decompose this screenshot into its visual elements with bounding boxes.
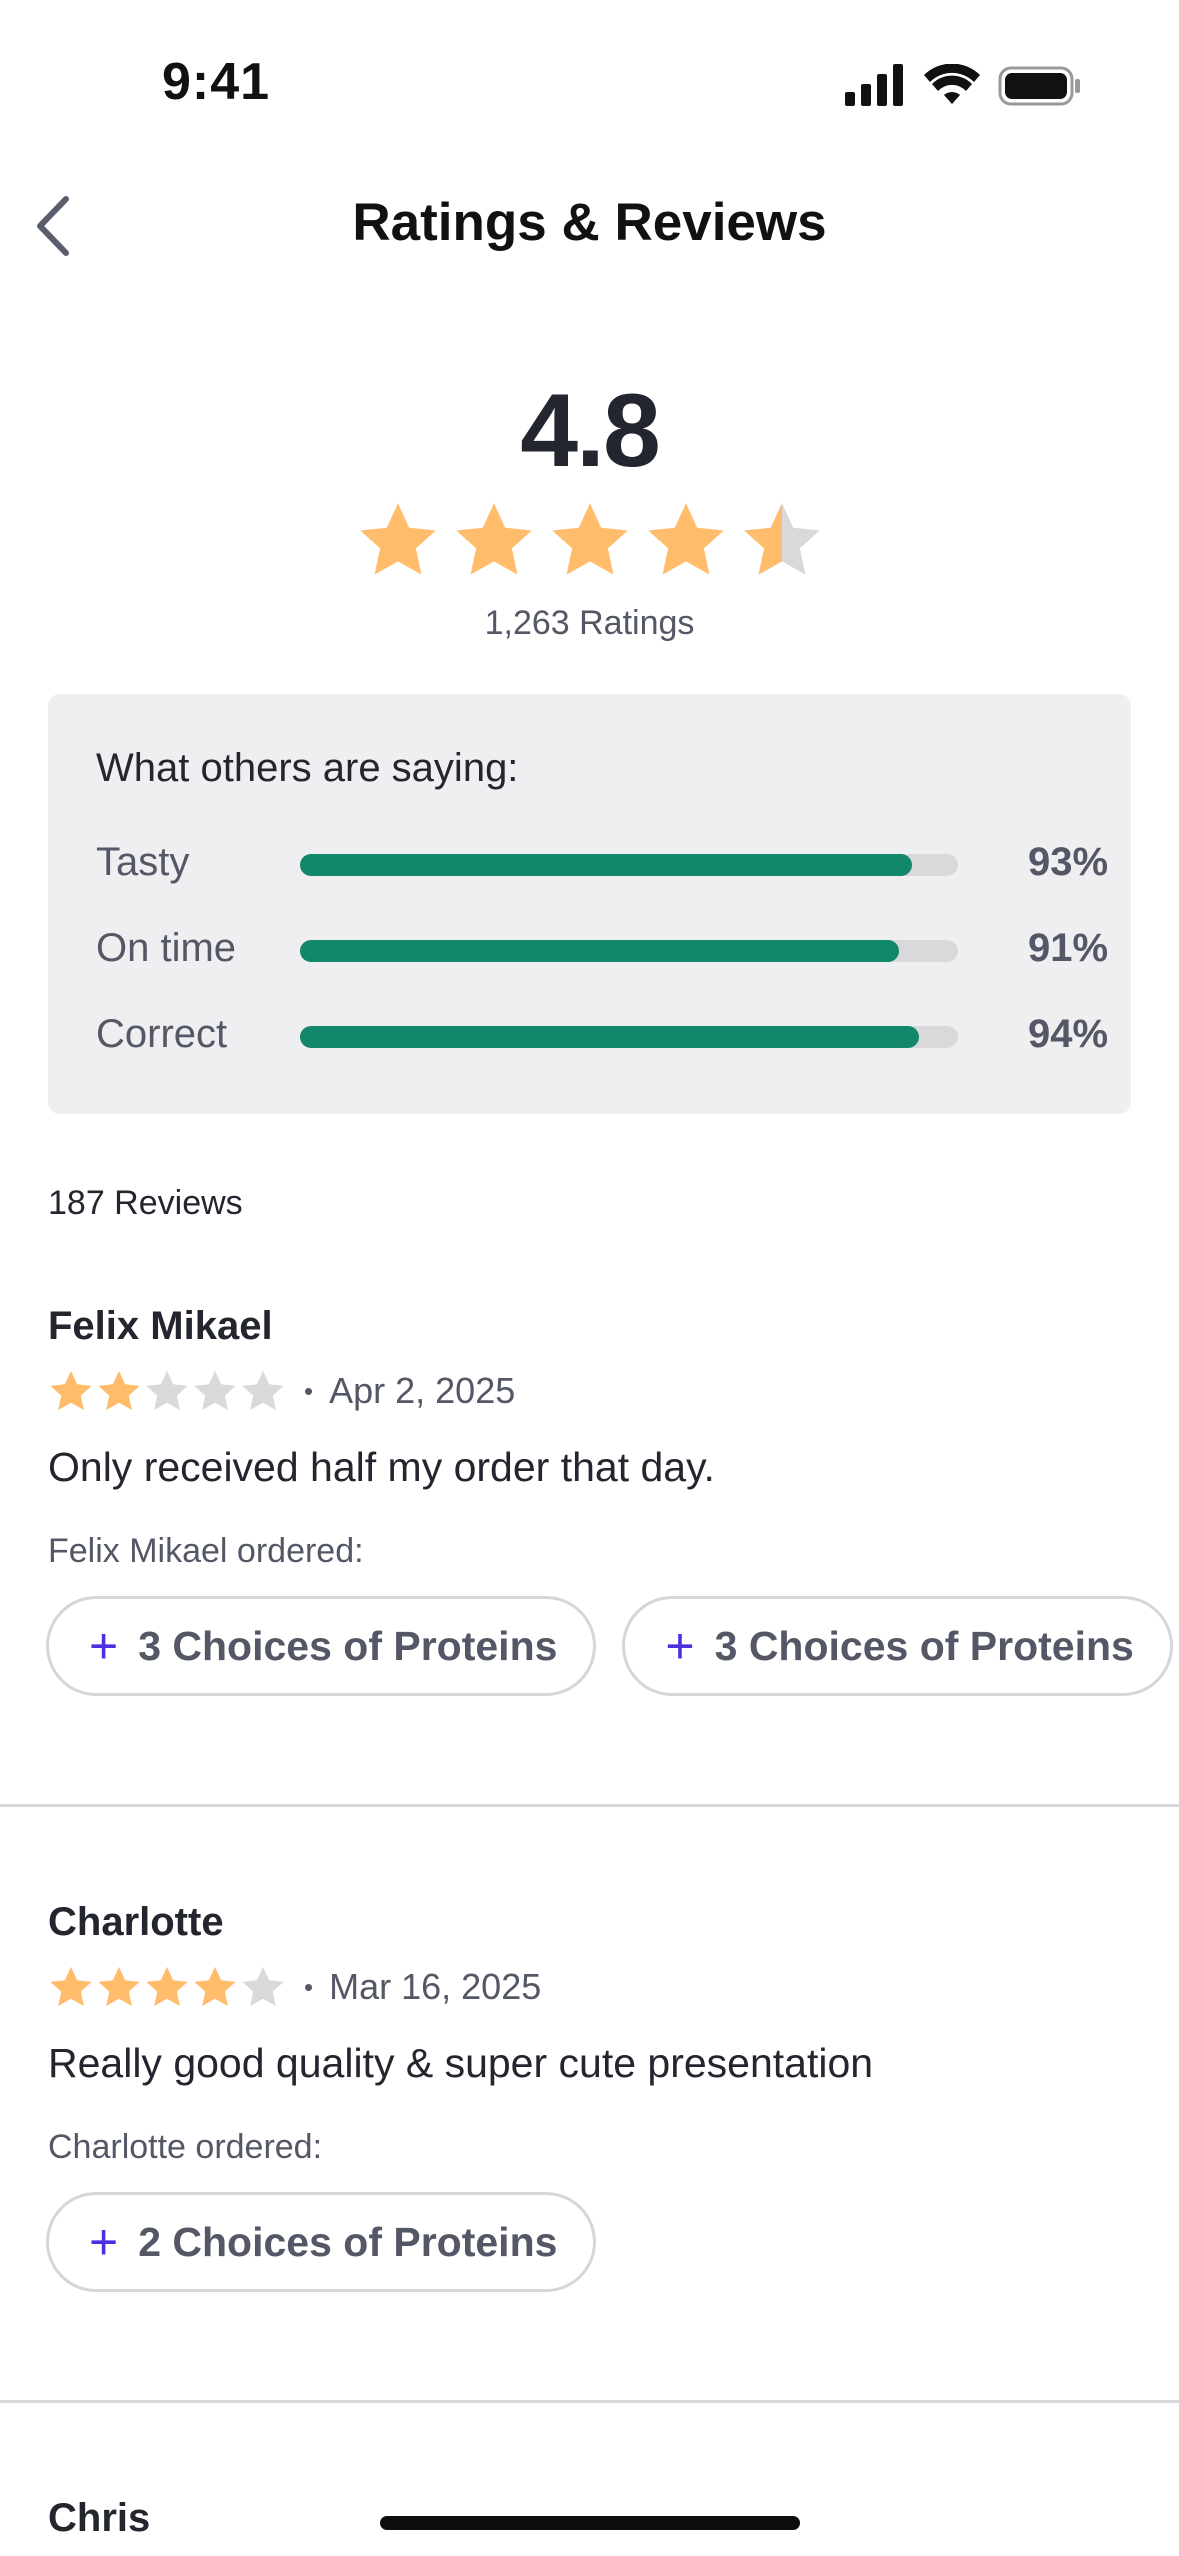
review-stars <box>48 1964 286 2010</box>
average-rating-stars <box>356 498 824 582</box>
review-stars <box>48 1368 286 1414</box>
review-text: Really good quality & super cute present… <box>48 2040 874 2086</box>
star-icon <box>456 503 532 575</box>
star-icon <box>146 1370 188 1410</box>
divider <box>0 2400 1179 2403</box>
star-icon <box>194 1966 236 2006</box>
metric-bar-track <box>300 1026 958 1048</box>
star-icon <box>360 503 436 575</box>
separator-dot: • <box>304 1375 314 1406</box>
chip-label: 2 Choices of Proteins <box>138 2218 558 2265</box>
review-text: Only received half my order that day. <box>48 1444 715 1490</box>
review-meta: • Mar 16, 2025 <box>48 1964 541 2010</box>
star-icon <box>194 1370 236 1410</box>
star-icon <box>50 1966 92 2006</box>
ordered-label: Felix Mikael ordered: <box>48 1532 364 1570</box>
metric-bar-fill <box>300 1026 919 1048</box>
what-others-saying-card: What others are saying: Tasty 93% On tim… <box>48 694 1131 1114</box>
chip-label: 3 Choices of Proteins <box>138 1622 558 1669</box>
star-icon <box>242 1370 284 1410</box>
ordered-item-chip[interactable]: + 3 Choices of Proteins <box>622 1596 1173 1696</box>
metric-label: Tasty <box>96 840 190 884</box>
reviewer-name: Felix Mikael <box>48 1304 273 1348</box>
metric-percent: 91% <box>1028 926 1109 970</box>
reviewer-name: Charlotte <box>48 1900 224 1944</box>
review-item: Felix Mikael • Apr 2, 2025 Only received… <box>0 1304 1179 1724</box>
metric-percent: 93% <box>1028 840 1109 884</box>
plus-icon: + <box>665 1618 695 1674</box>
plus-icon: + <box>89 1618 119 1674</box>
ratings-count: 1,263 Ratings <box>484 604 695 642</box>
star-icon <box>242 1966 284 2006</box>
metric-bar-fill <box>300 940 899 962</box>
battery-icon <box>998 66 1080 106</box>
page-title: Ratings & Reviews <box>352 193 827 252</box>
back-button[interactable] <box>22 190 82 262</box>
review-item: Charlotte • Mar 16, 2025 Really good qua… <box>0 1900 1179 2320</box>
status-bar: 9:41 <box>0 0 1179 170</box>
chevron-left-icon <box>37 196 69 256</box>
star-icon <box>146 1966 188 2006</box>
star-icon <box>744 503 820 575</box>
star-icon <box>98 1966 140 2006</box>
ordered-items: + 2 Choices of Proteins <box>46 2192 597 2292</box>
review-meta: • Apr 2, 2025 <box>48 1368 515 1414</box>
wifi-icon <box>924 64 980 104</box>
separator-dot: • <box>304 1971 314 2002</box>
ordered-label: Charlotte ordered: <box>48 2128 323 2166</box>
metric-row-on-time: On time 91% <box>96 918 1108 978</box>
review-date: Apr 2, 2025 <box>329 1370 516 1411</box>
metric-row-tasty: Tasty 93% <box>96 832 1108 892</box>
ordered-items: + 3 Choices of Proteins + 3 Choices of P… <box>46 1596 1173 1696</box>
metric-bar-fill <box>300 854 912 876</box>
star-icon <box>98 1370 140 1410</box>
divider <box>0 1804 1179 1807</box>
cellular-signal-icon <box>845 64 903 106</box>
star-icon <box>50 1370 92 1410</box>
home-indicator[interactable] <box>380 2516 800 2530</box>
chip-label: 3 Choices of Proteins <box>714 1622 1134 1669</box>
reviews-count: 187 Reviews <box>48 1184 243 1222</box>
card-title: What others are saying: <box>96 746 519 790</box>
metric-bar-track <box>300 854 958 876</box>
metric-label: Correct <box>96 1012 228 1056</box>
reviewer-name: Chris <box>48 2496 151 2540</box>
metric-label: On time <box>96 926 237 970</box>
metric-bar-track <box>300 940 958 962</box>
metric-percent: 94% <box>1028 1012 1109 1056</box>
ordered-item-chip[interactable]: + 3 Choices of Proteins <box>46 1596 597 1696</box>
plus-icon: + <box>89 2214 119 2270</box>
review-date: Mar 16, 2025 <box>329 1966 542 2007</box>
star-icon <box>648 503 724 575</box>
average-rating: 4.8 <box>520 373 661 489</box>
ordered-item-chip[interactable]: + 2 Choices of Proteins <box>46 2192 597 2292</box>
metric-row-correct: Correct 94% <box>96 1004 1108 1064</box>
star-icon <box>552 503 628 575</box>
status-time: 9:41 <box>162 53 271 111</box>
